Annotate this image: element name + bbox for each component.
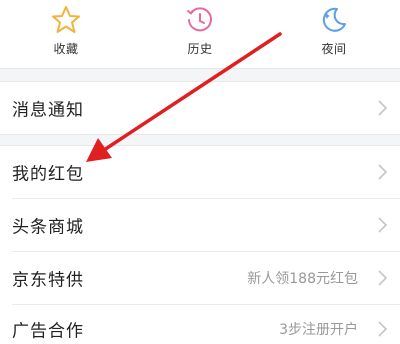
menu-item-label: 消息通知 [12, 100, 84, 121]
night-mode-label: 夜间 [321, 42, 347, 56]
menu-item-label: 我的红包 [12, 164, 84, 185]
section-gap [0, 68, 400, 82]
history-button[interactable]: 历史 [160, 0, 240, 68]
menu-item-notifications[interactable]: 消息通知 [0, 82, 400, 134]
history-label: 历史 [187, 42, 213, 56]
menu-item-mall[interactable]: 头条商城 [0, 199, 400, 251]
chevron-right-icon [378, 321, 388, 337]
menu-item-jd[interactable]: 京东特供 新人领188元红包 [0, 252, 400, 304]
shortcut-row: 收藏 历史 夜间 [0, 0, 400, 68]
chevron-right-icon [378, 217, 388, 233]
moon-icon [322, 7, 346, 32]
chevron-right-icon [378, 164, 388, 180]
star-icon [52, 6, 80, 33]
chevron-right-icon [378, 100, 388, 116]
menu-item-red-packet[interactable]: 我的红包 [0, 146, 400, 198]
chevron-right-icon [378, 270, 388, 286]
night-mode-button[interactable]: 夜间 [294, 0, 374, 68]
menu-item-label: 头条商城 [12, 217, 84, 238]
history-clock-icon [187, 7, 212, 32]
menu-item-extra: 新人领188元红包 [247, 271, 358, 287]
menu-item-ads[interactable]: 广告合作 3步注册开户 [0, 305, 400, 344]
favorites-button[interactable]: 收藏 [26, 0, 106, 68]
menu-item-extra: 3步注册开户 [279, 322, 358, 338]
menu-item-label: 广告合作 [12, 321, 84, 342]
favorites-label: 收藏 [53, 42, 79, 56]
section-gap [0, 134, 400, 146]
menu-item-label: 京东特供 [12, 270, 84, 291]
